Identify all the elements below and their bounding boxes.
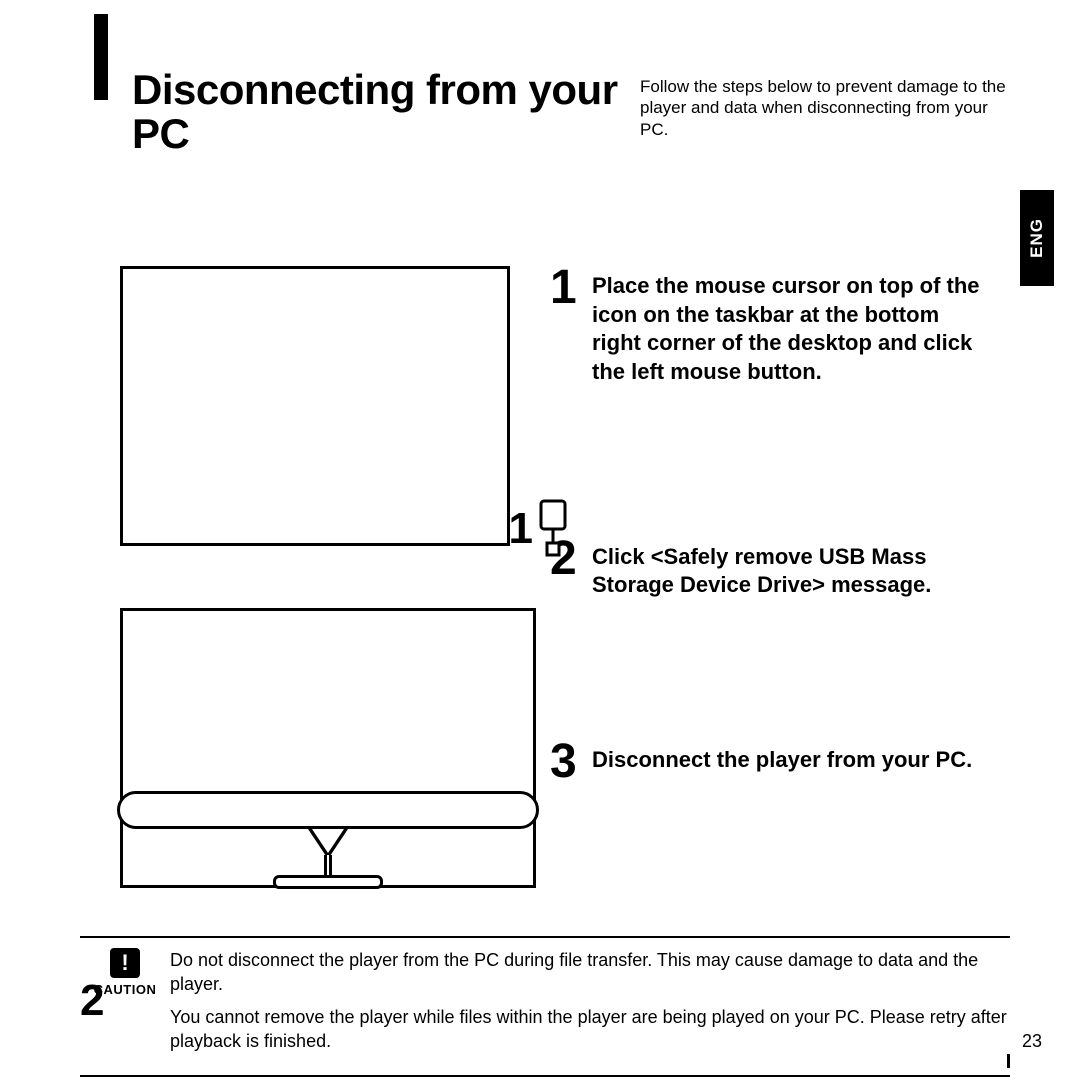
callout-number-2: 2 [80, 976, 104, 1026]
step-text: Place the mouse cursor on top of the ico… [592, 266, 992, 386]
page-heading-row: Disconnecting from your PC Follow the st… [132, 30, 1010, 156]
page-subtitle: Follow the steps below to prevent damage… [640, 68, 1010, 140]
callout-number-1: 1 [509, 504, 533, 554]
step-3: 3 Disconnect the player from your PC. [550, 740, 1010, 783]
step-1: 1 Place the mouse cursor on top of the i… [550, 266, 1010, 386]
figure-callout-1: 1 [509, 499, 579, 559]
step-number: 1 [550, 266, 582, 386]
language-tab: ENG [1020, 190, 1054, 286]
language-label: ENG [1027, 218, 1047, 258]
step-number: 3 [550, 740, 582, 783]
caution-line-2: You cannot remove the player while files… [170, 1005, 1010, 1054]
callout-box-icon [539, 499, 579, 559]
steps-column: 1 Place the mouse cursor on top of the i… [510, 266, 1010, 888]
caution-block: ! CAUTION Do not disconnect the player f… [80, 936, 1010, 1077]
page-number: 23 [1022, 1031, 1042, 1052]
monitor-bar-icon [117, 791, 539, 829]
manual-page: Disconnecting from your PC Follow the st… [0, 0, 1080, 1080]
page-number-accent-bar [1007, 1054, 1010, 1068]
monitor-stand-fill [312, 829, 344, 853]
content-row: 1 2 1 Place the mouse [80, 266, 1010, 888]
screenshot-placeholder-1: 1 [120, 266, 510, 546]
page-title: Disconnecting from your PC [132, 68, 632, 156]
monitor-stand-base [273, 875, 383, 889]
screenshot-placeholder-2 [120, 608, 536, 888]
heading-accent-bar [94, 14, 108, 100]
step-2: 2 Click <Safely remove USB Mass Storage … [550, 537, 1010, 600]
caution-text: Do not disconnect the player from the PC… [170, 948, 1010, 1061]
caution-icon: ! [110, 948, 140, 978]
monitor-stand-column [324, 855, 332, 877]
figure-column: 1 2 [80, 266, 510, 888]
step-text: Disconnect the player from your PC. [592, 740, 972, 783]
caution-line-1: Do not disconnect the player from the PC… [170, 948, 1010, 997]
step-text: Click <Safely remove USB Mass Storage De… [592, 537, 992, 600]
